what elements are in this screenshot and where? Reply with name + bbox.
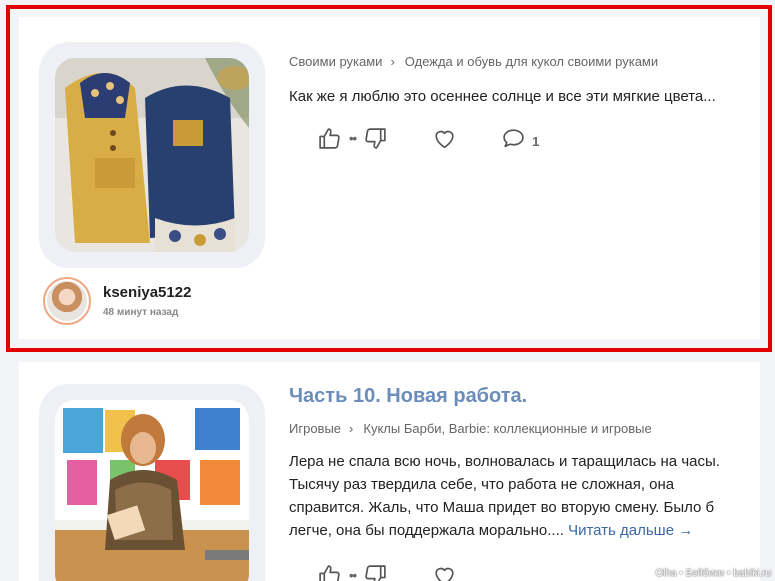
author-avatar[interactable]: [43, 277, 91, 325]
comment-button[interactable]: 1: [501, 126, 539, 151]
post-thumbnail[interactable]: [55, 400, 249, 581]
post-thumbnail[interactable]: [55, 58, 249, 252]
post-card: kseniya5122 48 минут назад Своими руками…: [19, 17, 760, 339]
thumbs-up-icon[interactable]: [317, 126, 342, 151]
breadcrumb-subcategory[interactable]: Одежда и обувь для кукол своими руками: [405, 54, 658, 69]
rating-score: ••: [349, 131, 357, 146]
breadcrumb-separator: ›: [390, 54, 395, 69]
comment-count: 1: [532, 134, 540, 149]
post-content: Своими руками › Одежда и обувь для кукол…: [289, 54, 750, 151]
read-more-link[interactable]: Читать дальше →: [568, 522, 693, 539]
breadcrumb-category[interactable]: Игровые: [289, 421, 341, 436]
breadcrumb-category[interactable]: Своими руками: [289, 54, 382, 69]
watermark: Olha • Бэйбики • babiki.ru: [655, 568, 771, 579]
thumbs-down-icon[interactable]: [363, 563, 388, 581]
post-excerpt: Лера не спала всю ночь, волновалась и та…: [289, 450, 750, 542]
post-excerpt: Как же я люблю это осеннее солнце и все …: [289, 88, 716, 105]
post-thumbnail-frame: [39, 42, 265, 268]
thumbs-down-icon[interactable]: [363, 126, 388, 151]
post-thumbnail-frame: [39, 384, 265, 581]
author-name[interactable]: kseniya5122: [103, 284, 191, 301]
breadcrumb-subcategory[interactable]: Куклы Барби, Barbie: коллекционные и игр…: [363, 421, 651, 436]
author-block: kseniya5122 48 минут назад: [43, 277, 191, 325]
breadcrumb: Своими руками › Одежда и обувь для кукол…: [289, 54, 750, 69]
heart-icon[interactable]: [432, 126, 457, 151]
rating-score: ••: [349, 568, 357, 581]
post-time: 48 минут назад: [103, 307, 179, 318]
comment-icon: [503, 129, 524, 148]
post-content: Часть 10. Новая работа. Игровые › Куклы …: [289, 385, 750, 581]
thumbs-up-icon[interactable]: [317, 563, 342, 581]
post-title[interactable]: Часть 10. Новая работа.: [289, 385, 750, 408]
breadcrumb: Игровые › Куклы Барби, Barbie: коллекцио…: [289, 421, 750, 436]
breadcrumb-separator: ›: [349, 421, 354, 436]
post-actions: •• 1: [317, 126, 750, 151]
post-card: Часть 10. Новая работа. Игровые › Куклы …: [19, 362, 760, 581]
heart-icon[interactable]: [432, 563, 457, 581]
